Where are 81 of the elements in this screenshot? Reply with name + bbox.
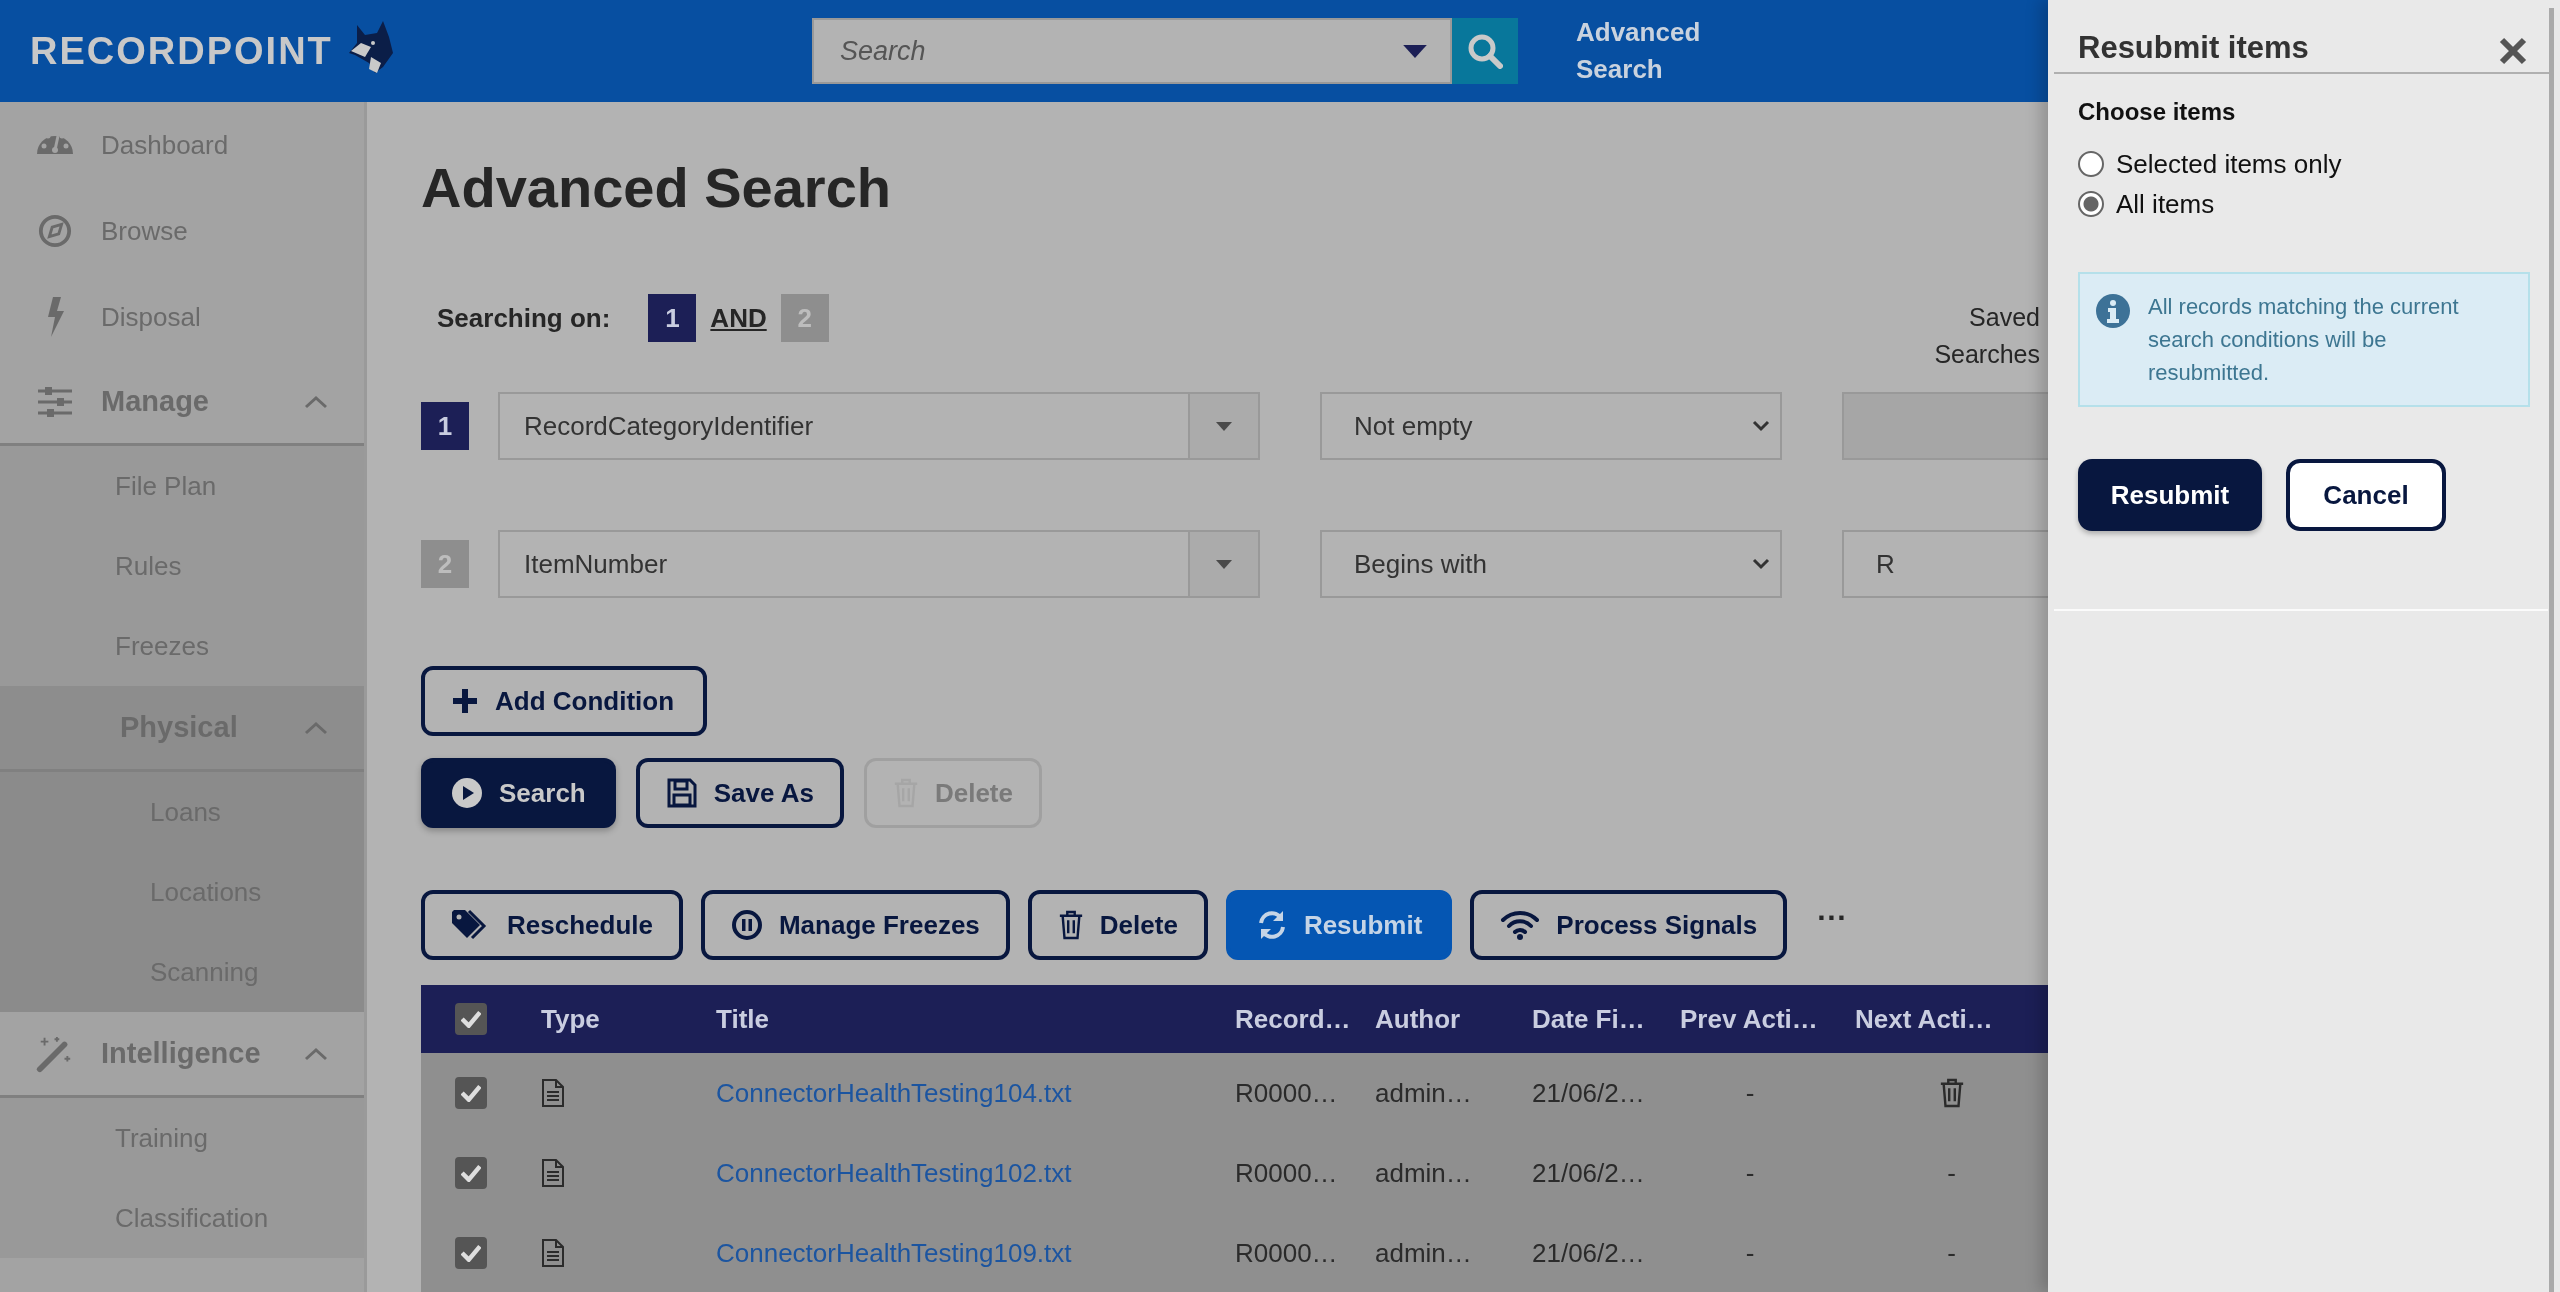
column-header[interactable]: Type xyxy=(521,1003,696,1035)
checkbox[interactable] xyxy=(455,1003,487,1035)
sliders-icon xyxy=(35,385,75,418)
table-cell-text: - xyxy=(1744,1157,1756,1189)
panel-title: Resubmit items xyxy=(2078,30,2309,66)
search-icon xyxy=(1467,33,1503,69)
searching-on-label: Searching on: xyxy=(437,302,611,334)
play-icon xyxy=(451,777,483,809)
trash-icon xyxy=(1938,1078,1965,1108)
gauge-icon xyxy=(35,135,75,155)
caret-down-icon xyxy=(1216,421,1232,431)
radio-button[interactable] xyxy=(2078,151,2104,177)
column-header[interactable]: Title xyxy=(696,1003,1215,1035)
operator-select[interactable]: Not empty xyxy=(1320,392,1782,460)
add-condition-button[interactable]: Add Condition xyxy=(421,666,707,736)
column-header[interactable]: Record… xyxy=(1215,1003,1355,1035)
info-text: All records matching the current search conditions will be resubmitted. xyxy=(2148,293,2460,387)
cancel-button[interactable]: Cancel xyxy=(2286,459,2446,531)
column-header[interactable]: Date Fi… xyxy=(1512,1003,1660,1035)
reschedule-button[interactable]: Reschedule xyxy=(421,890,683,960)
info-icon xyxy=(2096,294,2130,328)
radio-label[interactable]: Selected items only xyxy=(2116,148,2342,180)
table-cell-text: R0000… xyxy=(1234,1237,1339,1269)
column-header[interactable]: Next Acti… xyxy=(1840,1003,2048,1035)
check-icon xyxy=(461,1010,481,1028)
table-cell-text: R0000… xyxy=(1234,1157,1339,1189)
table-cell-text: - xyxy=(1744,1237,1756,1269)
search-button[interactable] xyxy=(1452,18,1518,84)
table-cell-text: 21/06/2… xyxy=(1531,1157,1646,1189)
checkbox[interactable] xyxy=(455,1157,487,1189)
resubmit-button[interactable]: Resubmit xyxy=(1225,890,1453,960)
radio-button[interactable] xyxy=(2078,191,2104,217)
delete-button[interactable]: Delete xyxy=(1027,890,1208,960)
check-icon xyxy=(461,1164,481,1182)
table-cell-text: - xyxy=(1946,1237,1957,1269)
caret-down-icon xyxy=(1216,559,1232,569)
search-field[interactable]: Search xyxy=(812,18,1452,84)
section-heading: Choose items xyxy=(2078,98,2237,126)
table-cell-text: 21/06/2… xyxy=(1531,1237,1646,1269)
check-icon xyxy=(461,1084,481,1102)
trash-icon xyxy=(1057,910,1084,940)
wifi-icon xyxy=(1500,910,1541,940)
chevron-down-icon xyxy=(1752,558,1770,570)
operator-link[interactable]: AND xyxy=(710,302,767,334)
page-title: Advanced Search xyxy=(421,156,892,220)
table-cell-text: - xyxy=(1946,1157,1957,1189)
search-button[interactable]: Search xyxy=(421,758,616,828)
pause-icon xyxy=(730,909,763,941)
condition-number-badge[interactable]: 1 xyxy=(648,294,697,342)
field-combobox[interactable]: RecordCategoryIdentifier xyxy=(498,392,1260,460)
more-button[interactable]: ··· xyxy=(1811,901,1854,949)
condition-number-badge: 1 xyxy=(421,402,469,450)
table-cell-text: admin… xyxy=(1374,1157,1473,1189)
table-cell-text: admin… xyxy=(1374,1237,1473,1269)
table-cell-text: admin… xyxy=(1374,1077,1473,1109)
close-button[interactable] xyxy=(2498,36,2528,66)
table-cell-text: R0000… xyxy=(1234,1077,1339,1109)
document-icon xyxy=(541,1078,565,1108)
resubmit-button[interactable]: Resubmit xyxy=(2078,459,2262,531)
logo-text: RECORDPOINT xyxy=(30,29,333,73)
chevron-down-icon xyxy=(1752,420,1770,432)
checkbox[interactable] xyxy=(455,1077,487,1109)
check-icon xyxy=(461,1244,481,1262)
column-header[interactable]: Prev Acti… xyxy=(1660,1003,1840,1035)
caret-down-icon xyxy=(1402,44,1428,59)
document-icon xyxy=(541,1158,565,1188)
operator-select[interactable]: Begins with xyxy=(1320,530,1782,598)
manage-freezes-button[interactable]: Manage Freezes xyxy=(700,890,1010,960)
plus-icon xyxy=(451,687,479,715)
radio-label[interactable]: All items xyxy=(2116,188,2215,220)
table-cell-text: 21/06/2… xyxy=(1531,1077,1646,1109)
save-as-button[interactable]: Save As xyxy=(635,758,844,828)
saved-searches-label: Saved Searches xyxy=(1933,302,2040,370)
process-signals-button[interactable]: Process Signals xyxy=(1470,890,1788,960)
field-combobox[interactable]: ItemNumber xyxy=(498,530,1260,598)
document-icon xyxy=(541,1238,565,1268)
checkbox[interactable] xyxy=(455,1237,487,1269)
advanced-search-link[interactable]: Advanced Search xyxy=(1576,14,1716,88)
column-header[interactable]: Author xyxy=(1355,1003,1512,1035)
table-cell-text: - xyxy=(1744,1077,1756,1109)
close-icon xyxy=(2498,36,2528,66)
